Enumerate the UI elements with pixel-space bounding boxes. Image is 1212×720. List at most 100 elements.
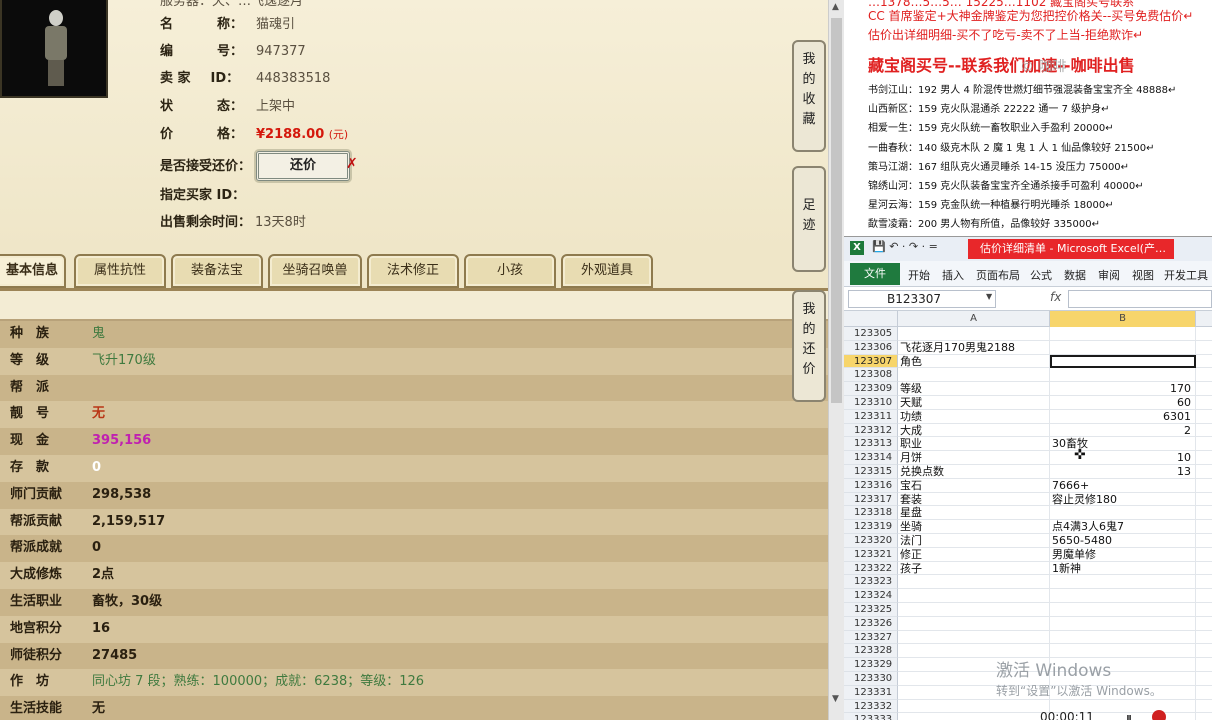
row-number[interactable]: 123332 — [844, 699, 898, 714]
cell-a[interactable] — [898, 602, 1050, 617]
row-number[interactable]: 123321 — [844, 547, 898, 562]
menu-review[interactable]: 审阅 — [1098, 267, 1120, 283]
cell-a[interactable] — [898, 327, 1050, 341]
cell-c[interactable] — [1196, 713, 1212, 720]
cell-b[interactable]: 点4满3人6鬼7 — [1050, 520, 1196, 534]
cell-a[interactable] — [898, 616, 1050, 631]
cell-b[interactable]: 容止灵修180 — [1050, 492, 1196, 507]
row-number[interactable]: 123314 — [844, 451, 898, 465]
cell-a[interactable] — [898, 630, 1050, 645]
cell-a[interactable] — [898, 589, 1050, 603]
fx-icon[interactable]: fx — [1050, 290, 1061, 304]
tab-mounts-pets[interactable]: 坐骑召唤兽 — [268, 254, 362, 288]
cell-a[interactable]: 等级 — [898, 382, 1050, 396]
row-number[interactable]: 123312 — [844, 423, 898, 438]
tab-children[interactable]: 小孩 — [464, 254, 556, 288]
cell-a[interactable]: 宝石 — [898, 478, 1050, 493]
scroll-thumb[interactable] — [831, 18, 842, 403]
column-header-a[interactable]: A — [898, 311, 1050, 327]
cell-c[interactable] — [1196, 424, 1212, 438]
page-scrollbar[interactable]: ▲ ▼ — [828, 0, 844, 720]
cell-b[interactable] — [1050, 340, 1196, 355]
cell-a[interactable]: 功绩 — [898, 409, 1050, 424]
menu-view[interactable]: 视图 — [1132, 267, 1154, 283]
cell-c[interactable] — [1196, 672, 1212, 686]
cell-c[interactable] — [1196, 520, 1212, 534]
cell-a[interactable]: 月饼 — [898, 451, 1050, 465]
tab-spell-mods[interactable]: 法术修正 — [367, 254, 459, 288]
row-number[interactable]: 123313 — [844, 437, 898, 452]
cell-a[interactable]: 角色 — [898, 354, 1050, 369]
cell-b[interactable] — [1050, 575, 1196, 590]
cell-c[interactable] — [1196, 410, 1212, 424]
row-number[interactable]: 123307 — [844, 354, 898, 369]
cell-c[interactable] — [1196, 382, 1212, 396]
cell-c[interactable] — [1196, 341, 1212, 355]
row-number[interactable]: 123305 — [844, 327, 898, 341]
chevron-down-icon[interactable]: ▼ — [986, 292, 992, 301]
cell-b[interactable] — [1050, 368, 1196, 383]
cell-b[interactable] — [1050, 630, 1196, 645]
cell-b[interactable]: 2 — [1050, 423, 1196, 438]
select-all-corner[interactable] — [844, 311, 898, 327]
close-icon[interactable]: ✗ — [346, 156, 358, 172]
row-number[interactable]: 123318 — [844, 506, 898, 521]
file-tab[interactable]: 文件 — [850, 263, 900, 285]
cell-a[interactable]: 法门 — [898, 533, 1050, 548]
cell-b[interactable] — [1050, 602, 1196, 617]
cell-c[interactable] — [1196, 700, 1212, 714]
row-number[interactable]: 123315 — [844, 464, 898, 479]
row-number[interactable]: 123310 — [844, 395, 898, 410]
row-number[interactable]: 123327 — [844, 630, 898, 645]
cell-a[interactable]: 飞花逐月170男鬼2188 — [898, 340, 1050, 355]
side-tab-history[interactable]: 足迹 — [792, 166, 826, 272]
cell-b[interactable]: 1新神 — [1050, 561, 1196, 576]
cell-b[interactable]: 13 — [1050, 464, 1196, 479]
cell-a[interactable]: 星盘 — [898, 506, 1050, 521]
cell-b[interactable]: 7666+ — [1050, 478, 1196, 493]
menu-insert[interactable]: 插入 — [942, 267, 964, 283]
cell-a[interactable]: 修正 — [898, 547, 1050, 562]
quick-access-toolbar[interactable]: 💾 ↶ · ↷ · = — [872, 240, 938, 253]
row-number[interactable]: 123316 — [844, 478, 898, 493]
row-number[interactable]: 123330 — [844, 671, 898, 686]
menu-home[interactable]: 开始 — [908, 267, 930, 283]
cell-c[interactable] — [1196, 534, 1212, 548]
cell-b[interactable]: 170 — [1050, 382, 1196, 396]
cell-c[interactable] — [1196, 575, 1212, 590]
cell-a[interactable] — [898, 713, 1050, 720]
tab-basic-info[interactable]: 基本信息 — [0, 254, 66, 288]
cell-b[interactable] — [1050, 327, 1196, 341]
row-number[interactable]: 123308 — [844, 368, 898, 383]
side-tab-my-offers[interactable]: 我的还价 — [792, 290, 826, 402]
cell-c[interactable] — [1196, 396, 1212, 410]
cell-c[interactable] — [1196, 506, 1212, 521]
cell-a[interactable]: 孩子 — [898, 561, 1050, 576]
cell-c[interactable] — [1196, 493, 1212, 507]
cell-c[interactable] — [1196, 451, 1212, 465]
cell-b[interactable]: 男魔单修 — [1050, 547, 1196, 562]
cell-a[interactable] — [898, 368, 1050, 383]
cell-c[interactable] — [1196, 617, 1212, 631]
cell-b[interactable] — [1050, 589, 1196, 603]
cell-c[interactable] — [1196, 658, 1212, 672]
menu-developer[interactable]: 开发工具 — [1164, 267, 1208, 283]
cell-a[interactable]: 大成 — [898, 423, 1050, 438]
row-number[interactable]: 123328 — [844, 644, 898, 659]
cell-c[interactable] — [1196, 327, 1212, 341]
cell-c[interactable] — [1196, 631, 1212, 645]
row-number[interactable]: 123311 — [844, 409, 898, 424]
cell-b[interactable]: 6301 — [1050, 409, 1196, 424]
menu-page-layout[interactable]: 页面布局 — [976, 267, 1020, 283]
cell-c[interactable] — [1196, 368, 1212, 383]
cell-c[interactable] — [1196, 479, 1212, 493]
row-number[interactable]: 123325 — [844, 602, 898, 617]
row-number[interactable]: 123324 — [844, 589, 898, 603]
scroll-down-icon[interactable]: ▼ — [832, 694, 839, 704]
tab-attributes[interactable]: 属性抗性 — [74, 254, 166, 288]
formula-input[interactable] — [1068, 290, 1212, 308]
row-number[interactable]: 123309 — [844, 382, 898, 396]
row-number[interactable]: 123323 — [844, 575, 898, 590]
row-number[interactable]: 123329 — [844, 658, 898, 672]
cell-b[interactable] — [1050, 506, 1196, 521]
